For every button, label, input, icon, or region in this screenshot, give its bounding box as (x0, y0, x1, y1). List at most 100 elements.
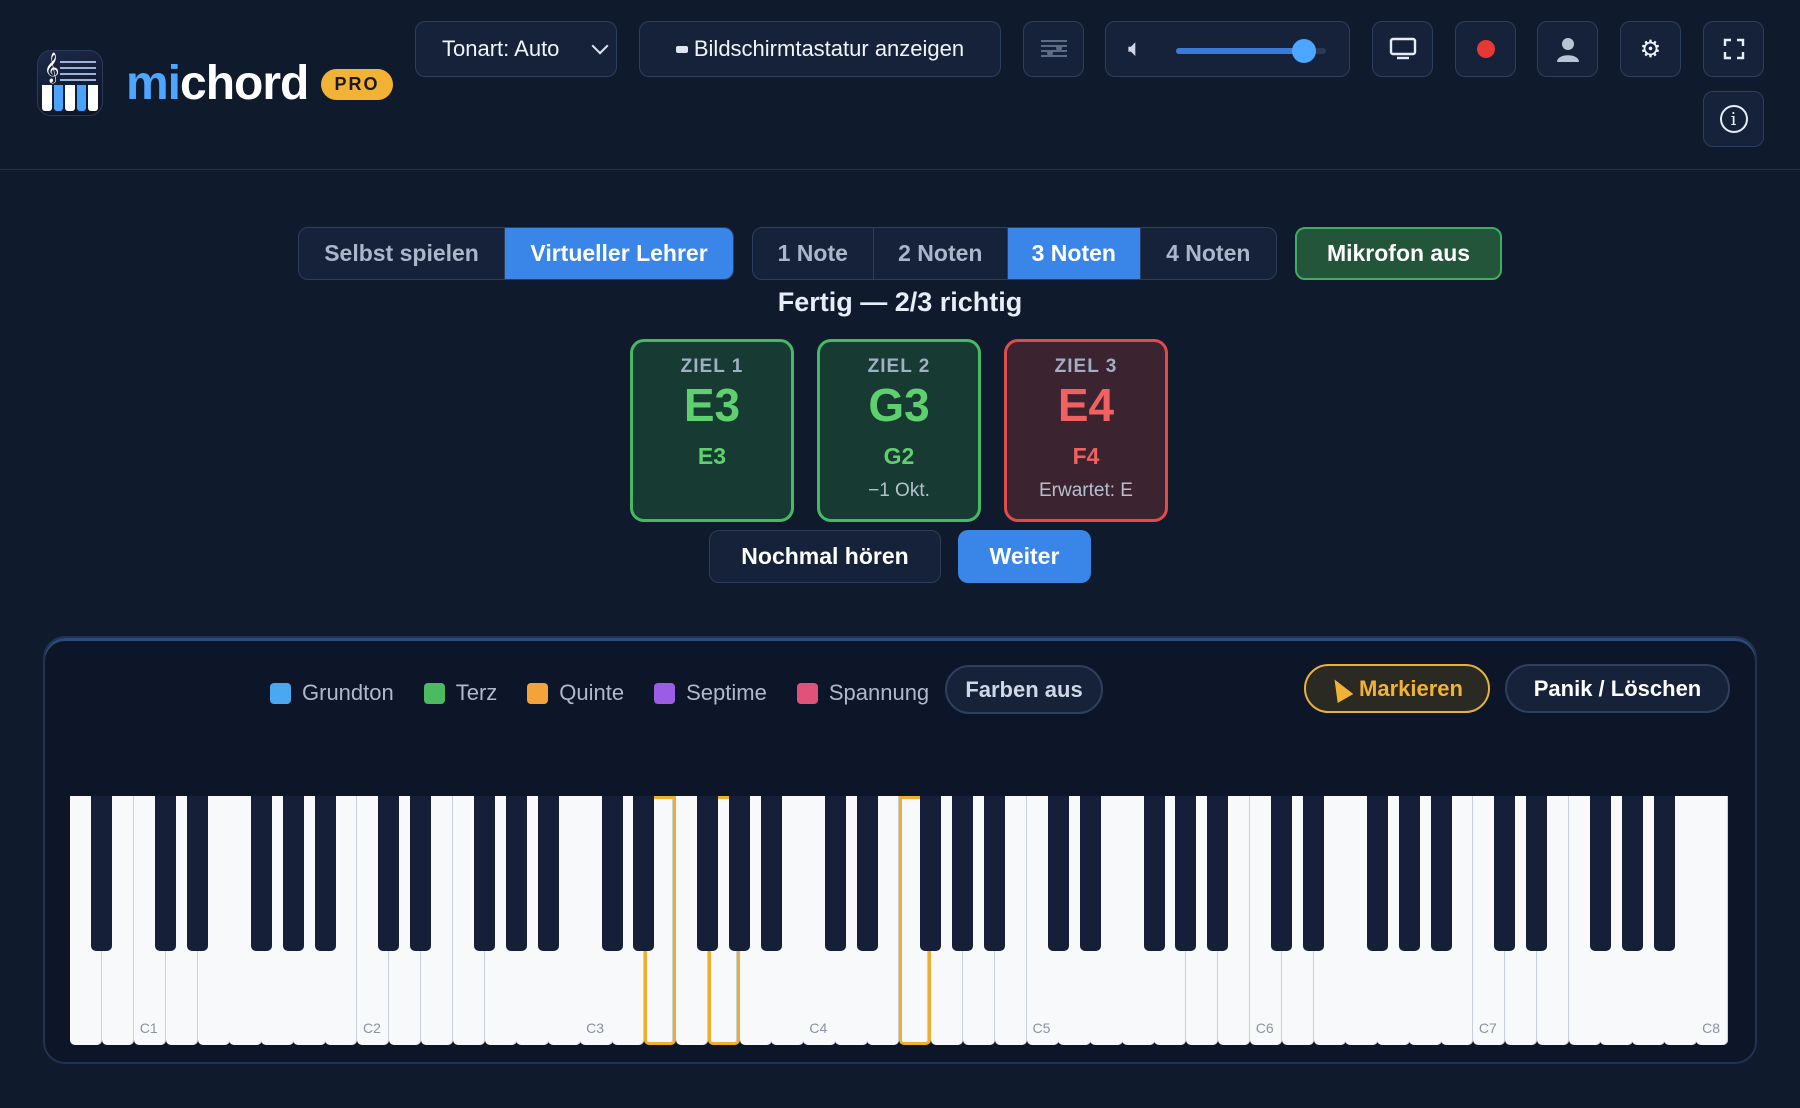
target-card-3: ZIEL 3 E4 F4 Erwartet: E (1004, 339, 1168, 522)
legend-item-fifth: Quinte (527, 680, 624, 706)
target-hint: Erwartet: E (1039, 480, 1133, 501)
note-count-1[interactable]: 1 Note (753, 228, 874, 279)
key-select[interactable]: Tonart: Auto (415, 21, 617, 77)
legend-swatch (423, 682, 445, 704)
legend-item-tension: Spannung (796, 680, 930, 706)
black-key-F#4[interactable] (920, 796, 942, 951)
target-hint: −1 Okt. (868, 480, 930, 501)
colors-off-button[interactable]: Farben aus (945, 665, 1103, 714)
legend-label: Grundton (302, 680, 394, 705)
black-key-A#0[interactable] (91, 796, 113, 951)
black-key-C#5[interactable] (1047, 796, 1069, 951)
target-note: E4 (1057, 379, 1115, 431)
legend-swatch (796, 682, 818, 704)
chevron-down-icon (591, 37, 609, 55)
display-button[interactable] (1372, 21, 1433, 77)
note-count-selector: 1 Note 2 Noten 3 Noten 4 Noten (752, 227, 1277, 280)
next-button[interactable]: Weiter (958, 530, 1091, 583)
result-status: Fertig — 2/3 richtig (777, 287, 1023, 317)
black-key-F#3[interactable] (697, 796, 719, 951)
mode-option-self-play[interactable]: Selbst spielen (299, 228, 506, 279)
legend-swatch (270, 682, 291, 704)
black-key-A#4[interactable] (984, 796, 1006, 951)
octave-label: C5 (1032, 1020, 1051, 1036)
target-label: ZIEL 1 (680, 356, 744, 377)
microphone-toggle-button[interactable]: Mikrofon aus (1295, 227, 1502, 280)
black-key-D#2[interactable] (410, 796, 432, 951)
black-key-A#7[interactable] (1653, 796, 1675, 951)
black-key-F#7[interactable] (1589, 796, 1611, 951)
black-key-C#6[interactable] (1271, 796, 1293, 951)
listen-again-button[interactable]: Nochmal hören (709, 530, 941, 583)
color-legend: Grundton Terz Quinte Septime Spannung (270, 675, 959, 711)
settings-button[interactable]: ⚙ (1620, 21, 1681, 77)
fullscreen-button[interactable] (1703, 21, 1764, 77)
black-key-D#6[interactable] (1303, 796, 1324, 951)
pointer-icon (1326, 674, 1354, 703)
black-key-C#4[interactable] (824, 796, 846, 951)
black-key-G#5[interactable] (1175, 796, 1197, 951)
black-key-F#5[interactable] (1143, 796, 1165, 951)
volume-knob[interactable] (1291, 39, 1316, 63)
info-button[interactable]: i (1703, 91, 1764, 147)
black-key-C#3[interactable] (601, 796, 623, 951)
black-key-G#7[interactable] (1621, 796, 1643, 951)
mark-button[interactable]: Markieren (1304, 664, 1490, 713)
record-icon (1476, 40, 1495, 58)
legend-item-seventh: Septime (654, 680, 767, 706)
info-icon: i (1719, 105, 1748, 133)
octave-label: C6 (1255, 1020, 1274, 1036)
pro-badge: PRO (321, 69, 393, 100)
black-key-F#2[interactable] (474, 796, 495, 951)
black-key-C#7[interactable] (1494, 796, 1516, 951)
panic-clear-button[interactable]: Panik / Löschen (1505, 664, 1730, 713)
note-count-4[interactable]: 4 Noten (1141, 228, 1276, 279)
black-key-D#7[interactable] (1526, 796, 1548, 951)
show-keyboard-label: Bildschirmtastatur anzeigen (693, 36, 965, 61)
black-key-D#1[interactable] (187, 796, 209, 951)
black-key-G#3[interactable] (729, 796, 751, 951)
app-logo-icon: 𝄞 (37, 50, 103, 116)
user-button[interactable] (1537, 21, 1598, 77)
octave-label: C4 (809, 1020, 828, 1036)
played-note: F4 (1072, 443, 1100, 469)
piano-keyboard[interactable]: C1 C2 C3 C4 C5 C6 C7 C8 (70, 796, 1729, 1045)
legend-swatch (527, 682, 549, 704)
black-key-A#3[interactable] (760, 796, 782, 951)
black-key-D#4[interactable] (856, 796, 878, 951)
keyboard-icon (675, 45, 688, 53)
target-label: ZIEL 2 (867, 356, 931, 377)
volume-control[interactable]: 🔈︎ (1105, 21, 1350, 77)
sheet-music-button[interactable] (1023, 21, 1084, 77)
volume-slider[interactable] (1176, 39, 1326, 63)
black-key-A#1[interactable] (314, 796, 336, 951)
record-button[interactable] (1455, 21, 1516, 77)
mode-option-virtual-teacher[interactable]: Virtueller Lehrer (505, 228, 733, 279)
black-key-F#6[interactable] (1366, 796, 1388, 951)
black-key-C#1[interactable] (155, 796, 177, 951)
black-key-A#6[interactable] (1430, 796, 1452, 951)
octave-label: C8 (1702, 1020, 1721, 1036)
octave-label: C1 (139, 1020, 158, 1036)
black-key-D#5[interactable] (1079, 796, 1101, 951)
black-key-C#2[interactable] (378, 796, 400, 951)
note-count-3[interactable]: 3 Noten (1008, 228, 1141, 279)
show-keyboard-button[interactable]: Bildschirmtastatur anzeigen (639, 21, 1001, 77)
legend-label: Spannung (828, 680, 930, 705)
volume-fill (1176, 48, 1304, 54)
target-card-1: ZIEL 1 E3 E3 (630, 339, 794, 522)
white-key-C8[interactable]: C8 (1696, 796, 1729, 1045)
note-count-2[interactable]: 2 Noten (874, 228, 1009, 279)
key-select-label: Tonart: Auto (442, 36, 560, 61)
legend-swatch (654, 682, 676, 704)
black-key-A#2[interactable] (537, 796, 559, 951)
legend-label: Quinte (559, 680, 625, 705)
black-key-G#6[interactable] (1398, 796, 1420, 951)
black-key-G#2[interactable] (505, 796, 527, 951)
fullscreen-icon (1723, 38, 1744, 60)
black-key-F#1[interactable] (250, 796, 272, 951)
black-key-D#3[interactable] (633, 796, 655, 951)
black-key-G#4[interactable] (952, 796, 974, 951)
black-key-A#5[interactable] (1207, 796, 1229, 951)
black-key-G#1[interactable] (282, 796, 304, 951)
